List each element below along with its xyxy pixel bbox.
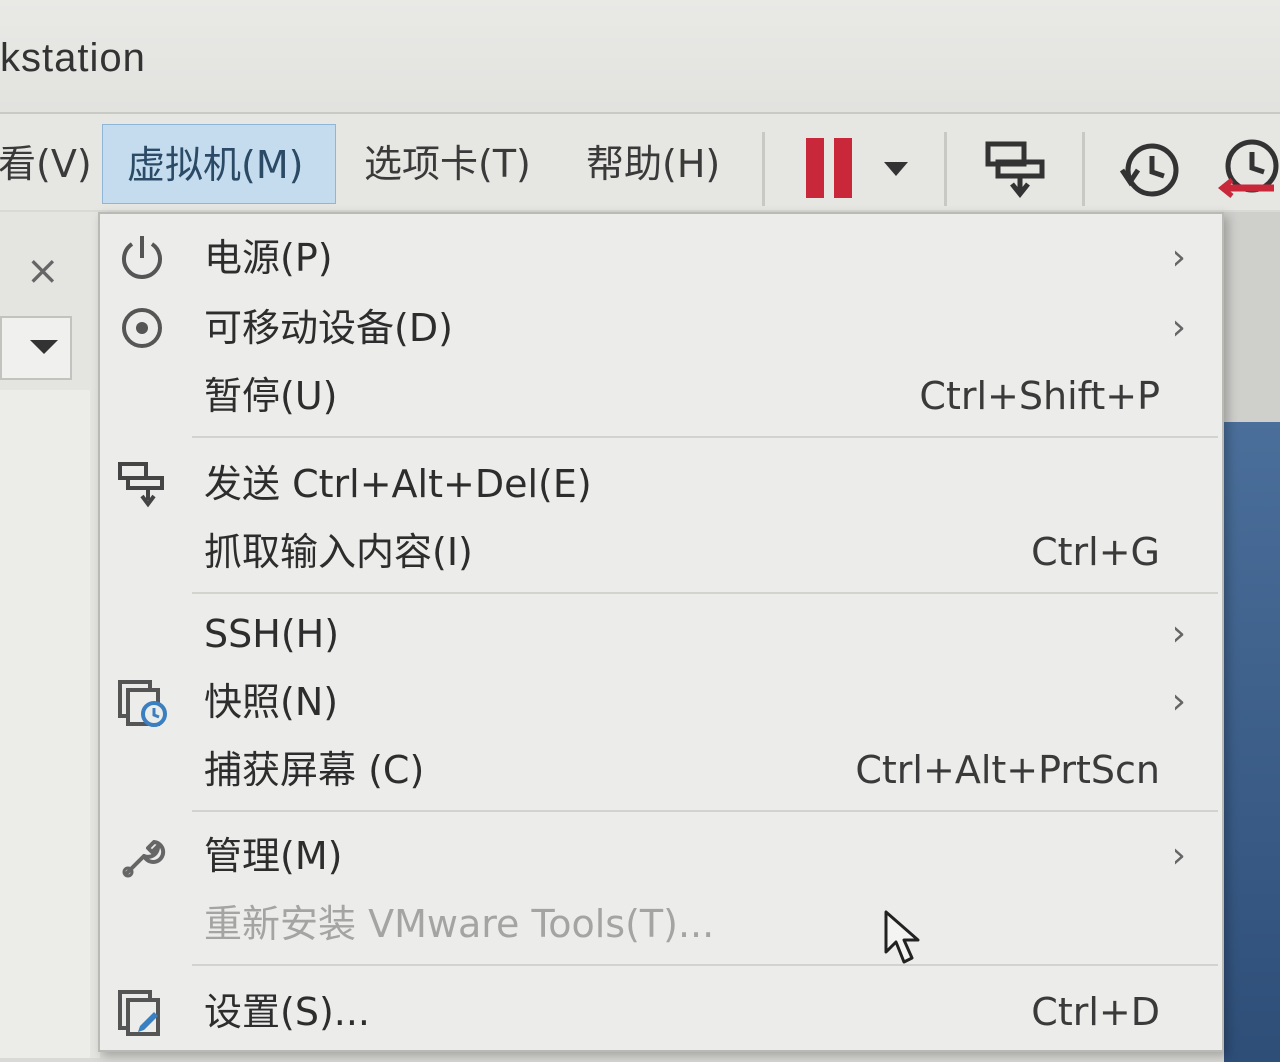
- window-title: kstation: [0, 36, 146, 80]
- wrench-icon: [122, 840, 166, 878]
- menu-item-power[interactable]: 电源(P) ›: [100, 224, 1222, 292]
- shortcut-text: Ctrl+Alt+PrtScn: [855, 748, 1160, 792]
- menu-item-label: 暂停(U): [204, 374, 338, 418]
- revert-snapshot-icon[interactable]: [1214, 130, 1280, 206]
- chevron-right-icon: ›: [1171, 613, 1186, 654]
- vm-screen: [1224, 422, 1280, 1062]
- snapshot-icon: [118, 680, 167, 727]
- menu-view[interactable]: 看(V): [0, 124, 116, 204]
- menu-item-capture-screen[interactable]: 捕获屏幕 (C) Ctrl+Alt+PrtScn: [100, 736, 1222, 804]
- vm-menu-dropdown: 电源(P) › 可移动设备(D) › 暂停(U) Ctrl+Shift+P 发送…: [98, 212, 1224, 1052]
- shortcut-text: Ctrl+D: [1031, 990, 1160, 1034]
- menu-tabs[interactable]: 选项卡(T): [340, 124, 555, 204]
- library-list[interactable]: [0, 390, 90, 1058]
- chevron-right-icon: ›: [1171, 307, 1186, 348]
- toolbar-separator: [944, 132, 947, 206]
- send-ctrl-alt-del-icon[interactable]: [980, 130, 1050, 206]
- menu-item-label: 管理(M): [204, 834, 343, 878]
- menu-vm[interactable]: 虚拟机(M): [102, 124, 336, 204]
- menu-item-label: 发送 Ctrl+Alt+Del(E): [204, 462, 592, 506]
- menu-item-label: 设置(S)...: [204, 990, 371, 1034]
- menu-separator: [192, 810, 1218, 812]
- menu-item-manage[interactable]: 管理(M) ›: [100, 822, 1222, 890]
- shortcut-text: Ctrl+G: [1031, 530, 1160, 574]
- menu-item-removable-devices[interactable]: 可移动设备(D) ›: [100, 294, 1222, 362]
- menu-item-label: 捕获屏幕 (C): [204, 748, 425, 792]
- power-icon: [122, 236, 162, 279]
- menu-item-label: 抓取输入内容(I): [204, 530, 473, 574]
- menu-item-snapshot[interactable]: 快照(N) ›: [100, 668, 1222, 736]
- chevron-right-icon: ›: [1171, 681, 1186, 722]
- shortcut-text: Ctrl+Shift+P: [919, 374, 1160, 418]
- menu-item-pause[interactable]: 暂停(U) Ctrl+Shift+P: [100, 362, 1222, 430]
- menu-item-ssh[interactable]: SSH(H) ›: [100, 600, 1222, 668]
- menu-separator: [192, 592, 1218, 594]
- menu-item-reinstall-vmware-tools: 重新安装 VMware Tools(T)...: [100, 890, 1222, 958]
- menu-help[interactable]: 帮助(H): [562, 124, 744, 204]
- toolbar-separator: [762, 132, 765, 206]
- snapshot-icon[interactable]: [1116, 130, 1186, 206]
- chevron-right-icon: ›: [1171, 237, 1186, 278]
- menu-item-label: 电源(P): [204, 236, 333, 280]
- settings-icon: [118, 990, 160, 1036]
- menu-item-send-ctrl-alt-del[interactable]: 发送 Ctrl+Alt+Del(E): [100, 450, 1222, 518]
- menu-item-label: SSH(H): [204, 612, 340, 656]
- menu-item-grab-input[interactable]: 抓取输入内容(I) Ctrl+G: [100, 518, 1222, 586]
- mouse-cursor-icon: [884, 910, 920, 964]
- pause-icon[interactable]: [796, 130, 866, 206]
- menu-bar: 看(V) 虚拟机(M) 选项卡(T) 帮助(H): [0, 114, 1280, 210]
- menu-item-label: 快照(N): [204, 680, 339, 724]
- chevron-down-icon: [30, 340, 58, 354]
- toolbar-separator: [1082, 132, 1085, 206]
- close-icon[interactable]: ×: [26, 248, 60, 294]
- library-dropdown[interactable]: [0, 316, 72, 380]
- dropdown-arrow-icon[interactable]: [876, 130, 916, 206]
- menu-item-label: 可移动设备(D): [204, 306, 453, 350]
- menu-separator: [192, 964, 1218, 966]
- menu-item-label: 重新安装 VMware Tools(T)...: [204, 902, 715, 946]
- disc-icon: [122, 308, 162, 348]
- menu-item-settings[interactable]: 设置(S)... Ctrl+D: [100, 978, 1222, 1046]
- chevron-right-icon: ›: [1171, 835, 1186, 876]
- vm-console-background: [1224, 212, 1280, 1062]
- menu-separator: [192, 436, 1218, 438]
- send-keys-icon: [118, 462, 164, 508]
- title-bar: kstation: [0, 0, 1280, 114]
